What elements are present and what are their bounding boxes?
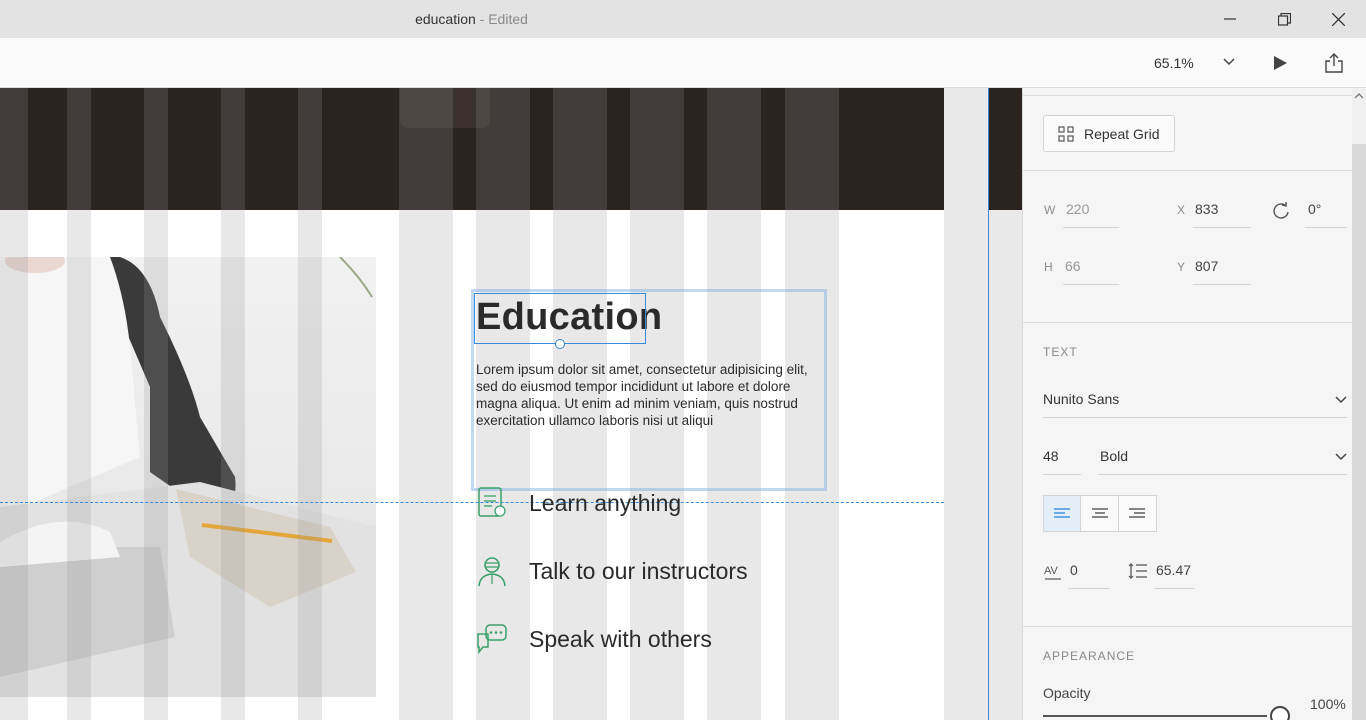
appearance-section-title: APPEARANCE (1043, 649, 1136, 663)
feature-label: Learn anything (529, 489, 682, 516)
window-title: education - Edited (0, 11, 943, 27)
chevron-down-icon[interactable] (1335, 394, 1347, 406)
chevron-down-icon[interactable] (1335, 451, 1347, 463)
adjacent-artboard[interactable] (988, 88, 1022, 210)
align-center-icon (1091, 507, 1108, 518)
document-icon (478, 487, 506, 517)
feature-instructors[interactable]: Talk to our instructors (476, 554, 748, 588)
scrollbar-thumb[interactable] (1352, 144, 1366, 720)
restore-button[interactable] (1257, 0, 1311, 38)
zoom-dropdown[interactable]: 65.1% (1147, 50, 1239, 76)
y-label: Y (1177, 260, 1186, 274)
repeat-grid-label: Repeat Grid (1084, 125, 1160, 142)
design-canvas[interactable]: Education Lorem ipsum dolor sit amet, co… (0, 88, 1022, 720)
resize-handle[interactable] (555, 339, 565, 349)
opacity-label: Opacity (1043, 685, 1091, 701)
artboard[interactable]: Education Lorem ipsum dolor sit amet, co… (0, 88, 944, 720)
share-button[interactable] (1321, 50, 1347, 76)
feature-label: Speak with others (529, 625, 712, 652)
feature-learn[interactable]: Learn anything (476, 486, 681, 520)
height-field[interactable]: 66 (1065, 258, 1081, 274)
adjacent-artboard-edge (988, 210, 989, 720)
width-field[interactable]: 220 (1066, 201, 1089, 217)
font-family-dropdown[interactable]: Nunito Sans (1043, 391, 1119, 407)
share-icon (1325, 53, 1343, 73)
close-icon (1331, 12, 1345, 26)
heading-selection-box[interactable] (474, 293, 646, 344)
play-button[interactable] (1267, 50, 1293, 76)
grid-icon (1058, 125, 1074, 142)
close-button[interactable] (1311, 0, 1365, 38)
education-body-text[interactable]: Lorem ipsum dolor sit amet, consectetur … (476, 361, 822, 429)
text-align-group (1043, 495, 1157, 532)
font-weight-dropdown[interactable]: Bold (1100, 448, 1128, 464)
x-label: X (1177, 203, 1186, 217)
restore-icon (1277, 12, 1291, 26)
font-size-field[interactable]: 48 (1043, 448, 1059, 464)
align-left-icon (1054, 507, 1071, 518)
panel-scrollbar[interactable] (1352, 88, 1366, 720)
play-icon (1274, 56, 1287, 70)
chevron-down-icon (1223, 58, 1235, 66)
repeat-grid-button[interactable]: Repeat Grid (1043, 115, 1175, 152)
edited-status: - Edited (475, 11, 528, 27)
line-spacing-icon (1128, 563, 1147, 579)
title-bar: education - Edited (0, 0, 1366, 38)
rotate-icon[interactable] (1272, 201, 1290, 219)
rotation-field[interactable]: 0° (1308, 201, 1321, 217)
zoom-level: 65.1% (1154, 55, 1194, 71)
opacity-value[interactable]: 100% (1310, 696, 1346, 712)
alignment-guide (0, 502, 944, 503)
opacity-slider-handle[interactable] (1270, 706, 1290, 720)
align-left-button[interactable] (1044, 496, 1082, 531)
align-center-button[interactable] (1081, 496, 1119, 531)
y-field[interactable]: 807 (1195, 258, 1218, 274)
width-label: W (1044, 203, 1056, 217)
character-spacing-icon: AV (1044, 565, 1061, 580)
minimize-button[interactable] (1203, 0, 1257, 38)
feature-speak[interactable]: Speak with others (476, 622, 712, 656)
feature-label: Talk to our instructors (529, 557, 748, 584)
text-section-title: TEXT (1043, 345, 1078, 359)
minimize-icon (1224, 18, 1236, 20)
character-spacing-field[interactable]: 0 (1070, 562, 1078, 578)
document-name: education (415, 11, 476, 27)
opacity-slider[interactable] (1043, 715, 1267, 717)
align-right-icon (1129, 507, 1146, 518)
svg-text:AV: AV (1044, 565, 1059, 577)
instructor-icon (478, 557, 506, 587)
align-right-button[interactable] (1119, 496, 1156, 531)
toolbar: 65.1% (0, 38, 1366, 88)
scroll-up-icon[interactable] (1352, 90, 1366, 102)
x-field[interactable]: 833 (1195, 201, 1218, 217)
height-label: H (1044, 260, 1053, 274)
chat-icon (477, 624, 507, 655)
line-spacing-field[interactable]: 65.47 (1156, 562, 1191, 578)
